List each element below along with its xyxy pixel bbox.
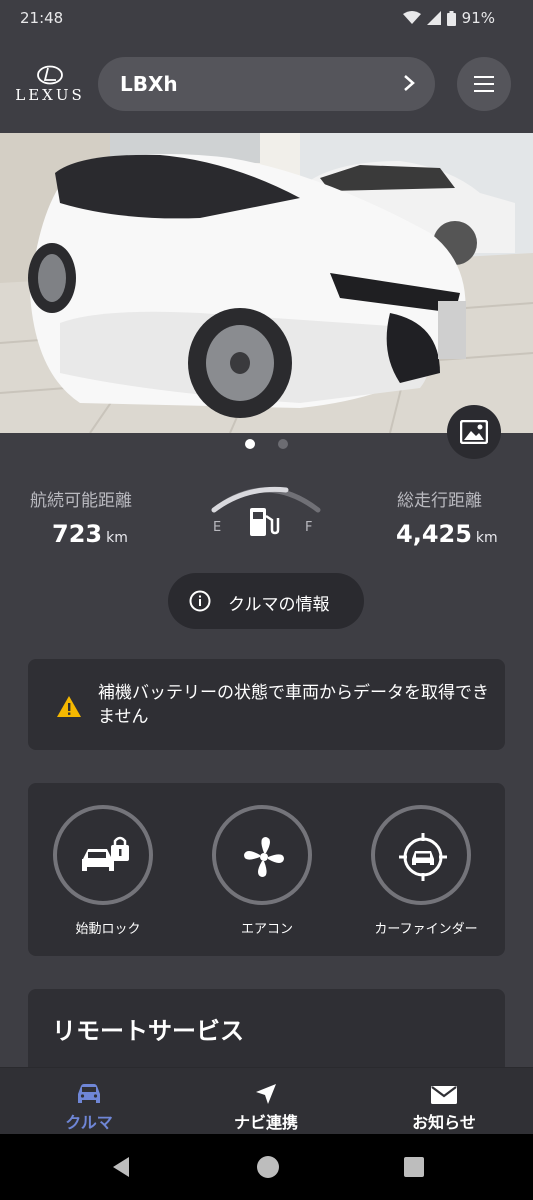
info-icon: [189, 590, 211, 612]
odometer-value: 4,425: [396, 520, 472, 548]
carousel-dot-active[interactable]: [245, 439, 255, 449]
home-icon[interactable]: [256, 1155, 280, 1179]
lexus-logo: LEXUS: [10, 65, 90, 108]
signal-icon: [426, 11, 441, 25]
fan-icon: [244, 837, 284, 877]
battery-icon: [446, 10, 456, 26]
image-icon: [460, 420, 488, 444]
menu-button[interactable]: [457, 57, 511, 111]
vehicle-selector[interactable]: LBXh: [98, 57, 435, 111]
wifi-icon: [402, 11, 421, 24]
action-air-conditioner-circle[interactable]: [212, 805, 312, 905]
nav-tab-car[interactable]: クルマ: [29, 1068, 149, 1135]
vehicle-name: LBXh: [120, 72, 178, 96]
odometer-unit: km: [475, 530, 498, 546]
action-car-finder-circle[interactable]: [371, 805, 471, 905]
odometer-label: 総走行距離: [397, 491, 482, 511]
recents-icon[interactable]: [404, 1157, 424, 1177]
nav-tab-navigation-label: ナビ連携: [233, 1113, 298, 1132]
system-navigation-bar: [0, 1134, 533, 1200]
status-time: 21:48: [20, 9, 64, 27]
range-label: 航続可能距離: [30, 491, 132, 511]
chevron-right-icon: [404, 75, 415, 91]
fuel-full-label: F: [305, 520, 313, 535]
back-icon[interactable]: [111, 1156, 131, 1178]
warning-icon: [57, 696, 81, 717]
photo-gallery-button[interactable]: [447, 405, 501, 459]
navigation-arrow-icon: [256, 1084, 276, 1104]
action-engine-lock-circle[interactable]: [53, 805, 153, 905]
range-readout: 723 km: [52, 520, 128, 548]
range-value: 723: [52, 520, 103, 548]
car-finder-icon: [399, 833, 447, 881]
action-air-conditioner-label: エアコン: [240, 922, 293, 937]
vehicle-photo-illustration: [0, 133, 533, 433]
fuel-gauge: E F: [206, 480, 326, 550]
bottom-navigation: クルマ ナビ連携 お知らせ: [0, 1067, 533, 1135]
mail-icon: [431, 1086, 457, 1104]
car-lock-icon: [82, 836, 129, 871]
vehicle-info-button[interactable]: クルマの情報: [168, 573, 364, 629]
lexus-emblem-icon: [37, 65, 63, 85]
nav-tab-car-label: クルマ: [65, 1113, 113, 1132]
odometer-readout: 4,425 km: [396, 520, 498, 548]
range-unit: km: [106, 530, 128, 546]
quick-actions-card: 始動ロック エアコン カーファインダー: [28, 783, 505, 956]
app-header: LEXUS LBXh: [0, 40, 533, 132]
remote-services-title: リモートサービス: [52, 1017, 244, 1045]
action-engine-lock-label: 始動ロック: [75, 922, 141, 937]
vehicle-info-label: クルマの情報: [228, 595, 330, 615]
action-air-conditioner[interactable]: エアコン: [187, 783, 346, 956]
fuel-pump-icon: [250, 508, 280, 536]
nav-tab-notifications-label: お知らせ: [412, 1113, 476, 1132]
action-car-finder[interactable]: カーファインダー: [346, 783, 505, 956]
battery-percent: 91%: [461, 9, 495, 27]
nav-tab-navigation[interactable]: ナビ連携: [206, 1068, 326, 1135]
status-bar: 21:48 91%: [0, 0, 533, 36]
action-engine-lock[interactable]: 始動ロック: [28, 783, 187, 956]
vehicle-photo[interactable]: [0, 133, 533, 433]
alert-message: 補機バッテリーの状態で車両からデータを取得できません: [98, 683, 489, 727]
nav-tab-notifications[interactable]: お知らせ: [384, 1068, 504, 1135]
hamburger-menu-icon: [474, 76, 494, 92]
car-icon: [78, 1084, 100, 1103]
fuel-empty-label: E: [213, 520, 222, 535]
battery-alert-card: 補機バッテリーの状態で車両からデータを取得できません: [28, 659, 505, 750]
carousel-dot[interactable]: [278, 439, 288, 449]
action-car-finder-label: カーファインダー: [374, 922, 478, 937]
status-indicators: 91%: [402, 9, 495, 27]
logo-wordmark: LEXUS: [15, 86, 85, 104]
